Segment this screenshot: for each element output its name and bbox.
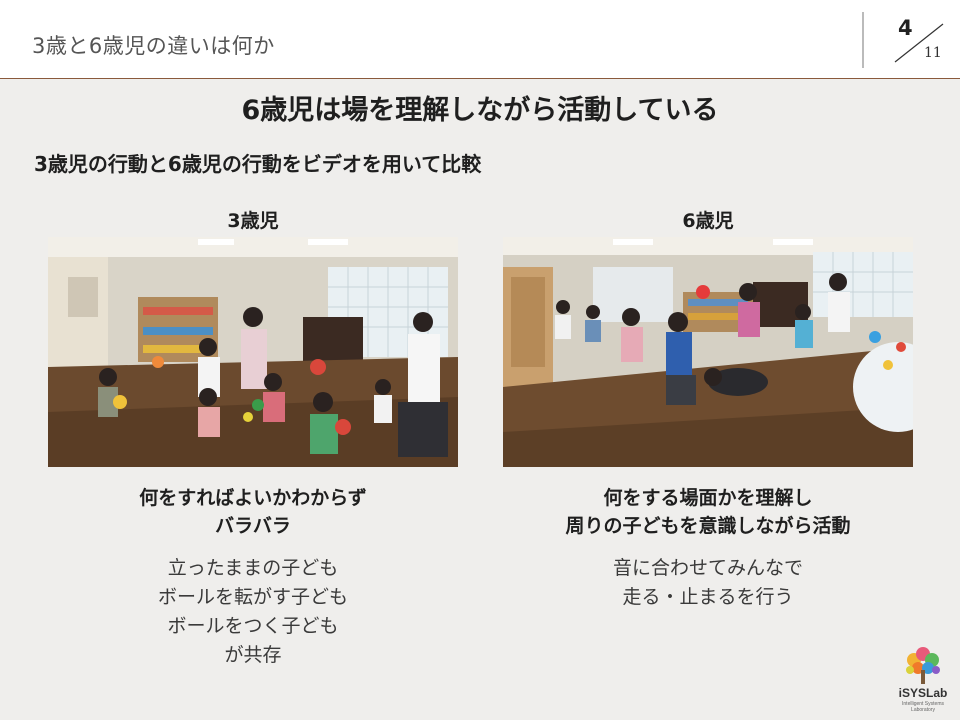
isyslab-logo-subtitle: Intelligent Systems Laboratory xyxy=(902,701,944,713)
age3-detail-line: ボールを転がす子ども xyxy=(157,586,348,608)
age3-summary-line: バラバラ xyxy=(215,515,291,537)
age3-video-still[interactable] xyxy=(48,237,458,467)
header-divider xyxy=(862,12,864,68)
age6-summary-line: 何をする場面かを理解し xyxy=(603,487,813,509)
age6-detail-line: 走る・止まるを行う xyxy=(622,586,794,608)
age3-summary-line: 何をすればよいかわからず xyxy=(139,487,367,509)
age6-label: 6歳児 xyxy=(682,210,734,232)
age3-details: 立ったままの子ども ボールを転がす子ども ボールをつく子ども が共存 xyxy=(48,554,458,670)
slide-headline: 6歳児は場を理解しながら活動している xyxy=(241,95,719,126)
age6-detail-line: 音に合わせてみんなで xyxy=(612,557,803,579)
slide-header: 3歳と6歳児の違いは何か 4 11 xyxy=(0,0,960,79)
isyslab-tree-icon xyxy=(906,647,940,684)
age3-label: 3歳児 xyxy=(227,210,279,232)
age6-details: 音に合わせてみんなで 走る・止まるを行う xyxy=(503,554,913,612)
age3-summary: 何をすればよいかわからず バラバラ xyxy=(48,484,458,540)
isyslab-logo-name: iSYSLab xyxy=(898,686,948,700)
isyslab-logo: iSYSLab Intelligent Systems Laboratory xyxy=(892,644,954,714)
age6-summary: 何をする場面かを理解し 周りの子どもを意識しながら活動 xyxy=(503,484,913,540)
age3-detail-line: 立ったままの子ども xyxy=(167,557,339,579)
age6-video-still[interactable] xyxy=(503,237,913,467)
age3-detail-line: が共存 xyxy=(224,644,282,666)
slide-subheadline: 3歳児の行動と6歳児の行動をビデオを用いて比較 xyxy=(34,152,482,176)
age3-detail-line: ボールをつく子ども xyxy=(167,615,339,637)
age6-summary-line: 周りの子どもを意識しながら活動 xyxy=(565,515,851,537)
page-number-total: 11 xyxy=(924,45,942,61)
slide-title: 3歳と6歳児の違いは何か xyxy=(32,34,275,58)
